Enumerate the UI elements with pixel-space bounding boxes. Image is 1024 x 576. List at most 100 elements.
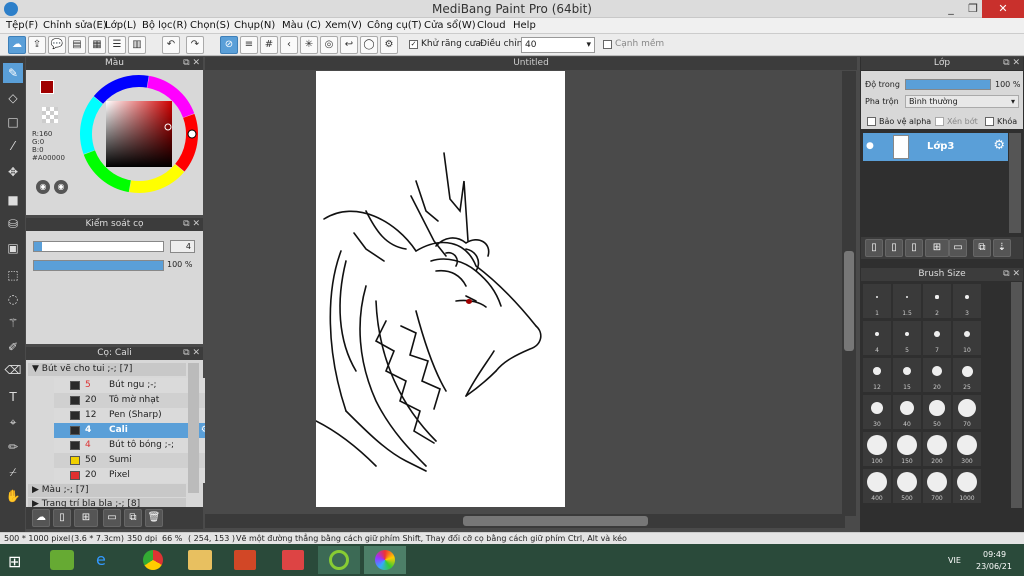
new-layer-1bit-icon[interactable]: ▯ [905, 239, 923, 257]
powerpoint-icon[interactable] [234, 550, 256, 570]
dot-tool-icon[interactable]: ⁄ [3, 136, 23, 156]
brush-size-cell[interactable]: 10 [953, 321, 981, 355]
brush-opacity-slider[interactable] [33, 260, 164, 271]
transparent-color-icon[interactable] [42, 107, 58, 123]
eyedropper-tool-icon[interactable]: ⌿ [3, 462, 23, 482]
share-icon[interactable]: ⇪ [28, 36, 46, 54]
snap-perspective-icon[interactable]: ‹ [280, 36, 298, 54]
list-icon[interactable]: ☰ [108, 36, 126, 54]
protect-alpha-checkbox[interactable] [867, 117, 876, 126]
menu-window[interactable]: Cửa sổ(W) [424, 20, 476, 31]
panel-controls-icon[interactable]: ⧉ ✕ [183, 347, 200, 360]
cloud-brush-icon[interactable]: ☁ [32, 509, 50, 527]
operation-tool-icon[interactable]: ⌖ [3, 412, 23, 432]
brush-size-cell[interactable]: 15 [893, 358, 921, 392]
menu-tools[interactable]: Công cụ(T) [367, 20, 422, 31]
brush-group-1[interactable]: ▼ Bút vẽ cho tui ;-; [7] [28, 363, 186, 376]
brush-size-cell[interactable]: 100 [863, 432, 891, 466]
canvas-horizontal-scrollbar[interactable] [205, 514, 845, 528]
color-wheel[interactable] [78, 73, 200, 195]
panel-controls-icon[interactable]: ⧉ ✕ [183, 218, 200, 231]
brush-size-cell[interactable]: 40 [893, 395, 921, 429]
fill-rect-tool-icon[interactable]: ■ [3, 190, 23, 210]
brush-list-scrollbar[interactable] [188, 363, 199, 493]
snap-grid-icon[interactable]: # [260, 36, 278, 54]
folder-icon[interactable]: ▭ [103, 509, 121, 527]
new-layer-8bit-icon[interactable]: ▯ [885, 239, 903, 257]
add-layer-icon[interactable]: ⊞ [925, 239, 949, 257]
minimize-button[interactable]: _ [940, 0, 962, 18]
brush-size-cell[interactable]: 25 [953, 358, 981, 392]
delete-brush-icon[interactable]: 🗑 [145, 509, 163, 527]
brush-size-cell[interactable]: 1 [863, 284, 891, 318]
blur-tool-icon[interactable]: ✏ [3, 437, 23, 457]
main-color-swatch[interactable] [40, 80, 54, 94]
brush-size-cell[interactable]: 700 [923, 469, 951, 503]
eye-icon[interactable]: ● [866, 141, 874, 151]
menu-help[interactable]: Help [513, 20, 536, 31]
blend-combo[interactable]: Bình thường ▾ [905, 95, 1019, 108]
lasso-tool-icon[interactable]: ◌ [3, 289, 23, 309]
bucket-tool-icon[interactable]: ⛁ [3, 214, 23, 234]
menu-cloud[interactable]: Cloud [477, 20, 506, 31]
brush-size-cell[interactable]: 3 [953, 284, 981, 318]
menu-file[interactable]: Tệp(F) [6, 20, 38, 31]
brush-size-cell[interactable]: 12 [863, 358, 891, 392]
vscroll-thumb[interactable] [844, 251, 854, 351]
copy-brush-icon[interactable]: ⧉ [124, 509, 142, 527]
drawing-canvas[interactable] [315, 71, 565, 507]
comment-icon[interactable]: 💬 [48, 36, 66, 54]
shape-tool-icon[interactable]: □ [3, 112, 23, 132]
hand-tool-icon[interactable]: ✋ [3, 486, 23, 506]
brush-size-cell[interactable]: 5 [893, 321, 921, 355]
text-tool-icon[interactable]: T [3, 387, 23, 407]
canh-mem-checkbox[interactable] [603, 40, 612, 49]
close-button[interactable]: ✕ [982, 0, 1024, 18]
file-explorer-icon[interactable] [188, 550, 212, 570]
panel-controls-icon[interactable]: ⧉ ✕ [183, 57, 200, 70]
new-brush-icon[interactable]: ▯ [53, 509, 71, 527]
select-rect-tool-icon[interactable]: ⬚ [3, 265, 23, 285]
brush-size-cell[interactable]: 500 [893, 469, 921, 503]
maximize-button[interactable]: ❐ [962, 0, 984, 18]
layer-scrollbar[interactable] [1009, 133, 1021, 233]
brush-size-cell[interactable]: 30 [863, 395, 891, 429]
lock-checkbox[interactable] [985, 117, 994, 126]
snap-parallel-icon[interactable]: ≡ [240, 36, 258, 54]
snap-radial-icon[interactable]: ✳ [300, 36, 318, 54]
brush-size-cell[interactable]: 400 [863, 469, 891, 503]
duplicate-layer-icon[interactable]: ⧉ [973, 239, 991, 257]
clip-checkbox[interactable] [935, 117, 944, 126]
brush-group-3[interactable]: ▶ Trang trí bla bla ;-; [8] [28, 498, 186, 507]
add-brush-icon[interactable]: ⊞ [74, 509, 98, 527]
canvas-vertical-scrollbar[interactable] [842, 71, 856, 516]
document-tab[interactable]: Untitled [205, 57, 857, 70]
select-pen-tool-icon[interactable]: ✐ [3, 337, 23, 357]
palette-icon[interactable]: ◉ [36, 180, 50, 194]
brush-size-cell[interactable]: 50 [923, 395, 951, 429]
grid-icon[interactable]: ▥ [128, 36, 146, 54]
eraser-tool-icon[interactable]: ◇ [3, 88, 23, 108]
brush-size-slider[interactable] [33, 241, 164, 252]
language-indicator[interactable]: VIE [948, 556, 961, 565]
layer-row-selected[interactable]: ● Lớp3 ⚙ [863, 133, 1008, 161]
brush-size-cell[interactable]: 150 [893, 432, 921, 466]
brush-size-cell[interactable]: 1.5 [893, 284, 921, 318]
move-tool-icon[interactable]: ✥ [3, 162, 23, 182]
gradient-tool-icon[interactable]: ▣ [3, 238, 23, 258]
windows-start-icon[interactable]: ⊞ [8, 552, 28, 571]
clock-date[interactable]: 23/06/21 [976, 562, 1012, 571]
brush-group-2[interactable]: ▶ Màu ;-; [7] [28, 484, 186, 497]
menu-view[interactable]: Xem(V) [325, 20, 362, 31]
brush-size-scrollbar[interactable] [1011, 282, 1022, 508]
clock-time[interactable]: 09:49 [983, 550, 1006, 559]
app-icon-2[interactable] [282, 550, 304, 570]
brush-size-field[interactable]: 4 [170, 240, 195, 253]
snap-curve-icon[interactable]: ↩ [340, 36, 358, 54]
menu-layer[interactable]: Lớp(L) [105, 20, 136, 31]
snap-circle-icon[interactable]: ◎ [320, 36, 338, 54]
brush-size-cell[interactable]: 2 [923, 284, 951, 318]
menu-edit[interactable]: Chỉnh sửa(E) [43, 20, 107, 31]
select-eraser-tool-icon[interactable]: ⌫ [3, 360, 23, 380]
brush-size-cell[interactable]: 7 [923, 321, 951, 355]
